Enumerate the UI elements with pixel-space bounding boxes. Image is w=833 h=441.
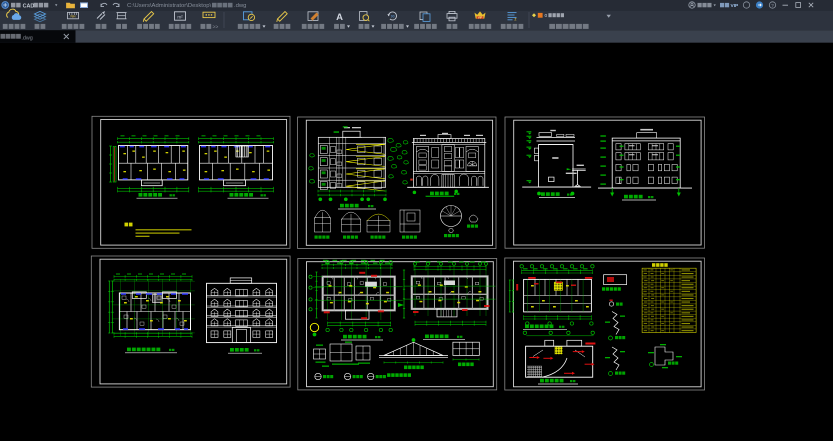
svg-text:z: z <box>514 16 516 21</box>
svg-text:0: 0 <box>545 13 548 19</box>
svg-text:?: ? <box>771 3 774 8</box>
svg-text:.dwg: .dwg <box>21 36 32 42</box>
svg-text:C:\Users\Administrator\Desktop: C:\Users\Administrator\Desktop\ <box>127 3 211 9</box>
svg-text:.dwg: .dwg <box>234 3 246 9</box>
svg-text:CAD: CAD <box>23 3 35 9</box>
svg-text:90: 90 <box>391 15 395 19</box>
svg-text:VIP: VIP <box>478 15 483 19</box>
svg-text:m²: m² <box>177 14 183 19</box>
svg-text:VIP: VIP <box>731 3 740 9</box>
svg-text:NH: NH <box>71 15 76 19</box>
svg-text:A: A <box>336 12 343 23</box>
svg-text:>>: >> <box>213 24 219 30</box>
